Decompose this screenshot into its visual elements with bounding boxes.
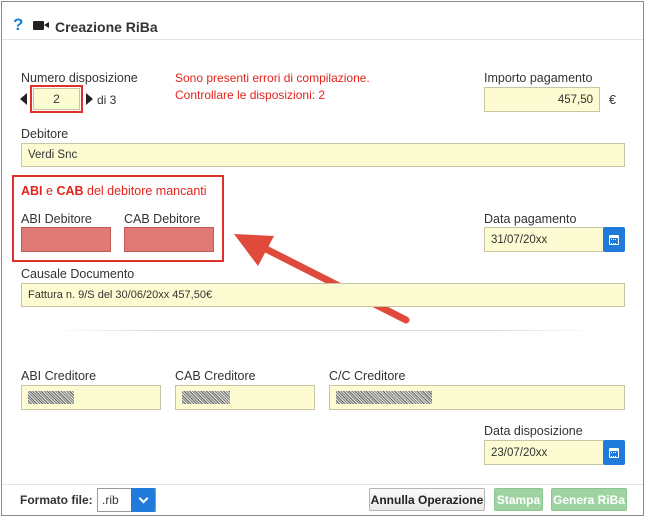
warning-rest: del debitore mancanti xyxy=(83,184,207,198)
error-message-line-2: Controllare le disposizioni: 2 xyxy=(175,88,326,102)
cab-debitore-input[interactable] xyxy=(124,227,214,252)
calendar-icon xyxy=(609,234,619,245)
abi-creditore-input[interactable] xyxy=(21,385,161,410)
footer-bar: Formato file: .rib Annulla Operazione St… xyxy=(2,484,643,515)
cc-creditore-label: C/C Creditore xyxy=(329,369,406,383)
formato-file-value: .rib xyxy=(102,493,119,507)
data-pagamento-calendar-button[interactable] xyxy=(603,227,625,252)
caret-left-icon[interactable] xyxy=(20,93,27,105)
video-icon[interactable] xyxy=(33,21,49,30)
data-disposizione-calendar-button[interactable] xyxy=(603,440,625,465)
abi-debitore-input[interactable] xyxy=(21,227,111,252)
debitore-label: Debitore xyxy=(21,127,69,141)
riba-window: ? Creazione RiBa Numero disposizione 2 d… xyxy=(1,1,644,516)
formato-file-label: Formato file: xyxy=(20,493,93,507)
redacted-cc-creditore xyxy=(336,391,432,404)
warning-abi: ABI xyxy=(21,184,43,198)
help-icon[interactable]: ? xyxy=(13,16,23,33)
cc-creditore-input[interactable] xyxy=(329,385,625,410)
cab-creditore-label: CAB Creditore xyxy=(175,369,256,383)
cab-creditore-input[interactable] xyxy=(175,385,315,410)
data-disposizione-input[interactable]: 23/07/20xx xyxy=(484,440,604,465)
section-divider xyxy=(52,330,598,331)
numero-disposizione-label: Numero disposizione xyxy=(21,71,138,85)
abi-creditore-label: ABI Creditore xyxy=(21,369,97,383)
chevron-down-icon xyxy=(138,493,148,503)
title-bar: ? Creazione RiBa xyxy=(2,2,643,40)
annulla-operazione-button[interactable]: Annulla Operazione xyxy=(369,488,485,511)
genera-riba-button[interactable]: Genera RiBa xyxy=(551,488,627,511)
numero-disposizione-input[interactable]: 2 xyxy=(33,88,80,110)
formato-file-select[interactable]: .rib xyxy=(97,488,156,512)
data-pagamento-label: Data pagamento xyxy=(484,212,577,226)
redacted-abi-creditore xyxy=(28,391,74,404)
warning-cab: CAB xyxy=(56,184,84,198)
redacted-cab-creditore xyxy=(182,391,230,404)
causale-documento-label: Causale Documento xyxy=(21,267,135,281)
page-title: Creazione RiBa xyxy=(55,19,158,35)
warning-and: e xyxy=(42,184,57,198)
currency-symbol: € xyxy=(609,93,616,107)
annotation-arrow xyxy=(234,234,410,324)
causale-documento-input[interactable]: Fattura n. 9/S del 30/06/20xx 457,50€ xyxy=(21,283,625,307)
abi-debitore-label: ABI Debitore xyxy=(21,212,92,226)
abi-cab-warning: ABI e CAB del debitore mancanti xyxy=(21,184,207,198)
error-message-line-1: Sono presenti errori di compilazione. xyxy=(175,71,370,85)
caret-right-icon[interactable] xyxy=(86,93,93,105)
debitore-input[interactable]: Verdi Snc xyxy=(21,143,625,167)
calendar-icon xyxy=(609,447,619,458)
cab-debitore-label: CAB Debitore xyxy=(124,212,201,226)
importo-pagamento-label: Importo pagamento xyxy=(484,71,593,85)
importo-pagamento-input[interactable]: 457,50 xyxy=(484,87,600,112)
data-pagamento-input[interactable]: 31/07/20xx xyxy=(484,227,604,252)
stampa-button[interactable]: Stampa xyxy=(494,488,543,511)
data-disposizione-label: Data disposizione xyxy=(484,424,583,438)
disposizione-total: di 3 xyxy=(97,93,117,107)
formato-file-dropdown-button[interactable] xyxy=(131,488,155,512)
